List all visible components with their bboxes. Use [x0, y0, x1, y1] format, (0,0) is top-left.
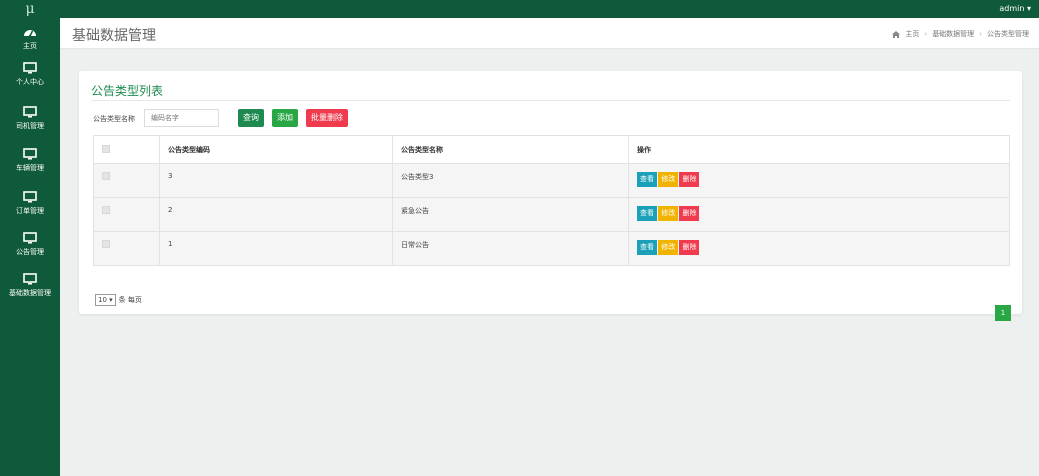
divider [91, 100, 1010, 101]
column-header-actions: 操作 [628, 135, 1010, 164]
edit-button[interactable]: 修改 [658, 240, 679, 255]
sidebar-item-drivers[interactable]: 司机管理 [0, 106, 60, 146]
cell-actions: 查看 修改 删除 [628, 163, 1010, 198]
monitor-icon [23, 191, 37, 203]
home-icon [892, 30, 901, 38]
row-checkbox[interactable] [102, 206, 110, 214]
monitor-icon [23, 106, 37, 118]
view-button[interactable]: 查看 [637, 240, 657, 255]
cell-code: 3 [159, 163, 393, 198]
panel-title: 公告类型列表 [91, 84, 164, 98]
cell-code: 1 [159, 231, 393, 266]
chevron-down-icon: ▾ [109, 296, 113, 304]
cell-name: 公告类型3 [392, 163, 629, 198]
logo: μ [25, 1, 35, 17]
cell-name: 紧急公告 [392, 197, 629, 232]
row-checkbox-cell [93, 197, 160, 232]
sidebar-item-label: 基础数据管理 [9, 289, 51, 297]
page-title: 基础数据管理 [72, 28, 156, 44]
main-content: 基础数据管理 主页 › 基础数据管理 › 公告类型管理 公告类型列表 公告类型名… [60, 18, 1039, 476]
query-button[interactable]: 查询 [238, 109, 264, 127]
list-panel: 公告类型列表 公告类型名称 查询 添加 批量删除 公告类型编码 公告类型名称 操… [79, 71, 1022, 321]
monitor-icon [23, 62, 37, 74]
batch-delete-button[interactable]: 批量删除 [306, 109, 348, 127]
column-header-name: 公告类型名称 [392, 135, 629, 164]
page-size-suffix: 条 每页 [118, 296, 142, 304]
select-all-checkbox[interactable] [102, 144, 110, 153]
user-menu[interactable]: admin ▾ [999, 0, 1031, 18]
sidebar-item-home[interactable]: 主页 [0, 26, 60, 66]
search-input[interactable] [144, 109, 219, 127]
sidebar-item-label: 公告管理 [16, 248, 44, 256]
page-size-control: 10 ▾ 条 每页 [95, 294, 142, 306]
table-row: 3 公告类型3 查看 修改 删除 [93, 163, 1010, 198]
row-checkbox-cell [93, 163, 160, 198]
sidebar-item-label: 主页 [23, 42, 37, 50]
table-row: 1 日常公告 查看 修改 删除 [93, 231, 1010, 266]
sidebar-item-label: 车辆管理 [16, 164, 44, 172]
sidebar-item-notices[interactable]: 公告管理 [0, 232, 60, 272]
select-all-cell [93, 135, 160, 164]
breadcrumb-home[interactable]: 主页 [905, 29, 919, 39]
table-row: 2 紧急公告 查看 修改 删除 [93, 197, 1010, 232]
cell-actions: 查看 修改 删除 [628, 231, 1010, 266]
breadcrumb-separator: › [924, 30, 928, 38]
row-checkbox[interactable] [102, 240, 110, 248]
dashboard-icon [24, 30, 36, 38]
sidebar-item-profile[interactable]: 个人中心 [0, 62, 60, 102]
sidebar-item-vehicles[interactable]: 车辆管理 [0, 148, 60, 188]
breadcrumb-separator: › [979, 30, 982, 38]
edit-button[interactable]: 修改 [658, 172, 679, 187]
sidebar-item-label: 个人中心 [16, 78, 44, 86]
cell-code: 2 [159, 197, 393, 232]
page-size-select[interactable]: 10 ▾ [95, 294, 116, 306]
cell-name: 日常公告 [392, 231, 629, 266]
monitor-icon [23, 273, 37, 285]
add-button[interactable]: 添加 [272, 109, 298, 127]
monitor-icon [23, 148, 37, 160]
delete-button[interactable]: 删除 [679, 240, 700, 255]
row-checkbox-cell [93, 231, 160, 266]
column-header-code: 公告类型编码 [159, 135, 393, 164]
delete-button[interactable]: 删除 [679, 172, 700, 187]
cell-actions: 查看 修改 删除 [628, 197, 1010, 232]
sidebar-item-label: 订单管理 [16, 207, 44, 215]
data-table: 公告类型编码 公告类型名称 操作 3 公告类型3 查看 修改 删除 2 紧急公告… [93, 135, 1010, 266]
table-header-row: 公告类型编码 公告类型名称 操作 [93, 135, 1010, 164]
view-button[interactable]: 查看 [637, 206, 657, 221]
sidebar: 主页 个人中心 司机管理 车辆管理 订单管理 公告管理 基础数据管理 [0, 18, 60, 476]
search-label: 公告类型名称 [93, 115, 135, 123]
top-bar: μ admin ▾ [0, 0, 1039, 18]
breadcrumb-current: 公告类型管理 [987, 30, 1029, 38]
delete-button[interactable]: 删除 [679, 206, 700, 221]
breadcrumb-basic-data[interactable]: 基础数据管理 [932, 29, 974, 39]
pagination-current-page[interactable]: 1 [995, 305, 1011, 321]
page-header: 基础数据管理 主页 › 基础数据管理 › 公告类型管理 [60, 18, 1039, 49]
sidebar-item-orders[interactable]: 订单管理 [0, 191, 60, 231]
sidebar-item-basic-data[interactable]: 基础数据管理 [0, 273, 60, 313]
page-size-value: 10 [98, 296, 107, 304]
edit-button[interactable]: 修改 [658, 206, 679, 221]
view-button[interactable]: 查看 [637, 172, 657, 187]
breadcrumb: 主页 › 基础数据管理 › 公告类型管理 [892, 29, 1029, 39]
monitor-icon [23, 232, 37, 244]
sidebar-item-label: 司机管理 [16, 122, 44, 130]
row-checkbox[interactable] [102, 172, 110, 180]
